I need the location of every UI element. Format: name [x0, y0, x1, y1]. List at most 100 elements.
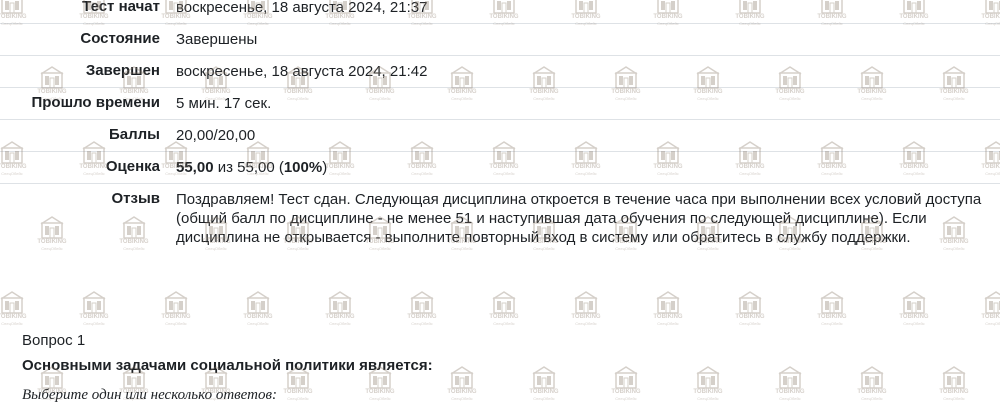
summary-row-started: Тест начат воскресенье, 18 августа 2024,… — [0, 0, 1000, 24]
watermark-sub: СпецОбейс — [533, 396, 555, 401]
summary-value: 55,00 из 55,00 (100%) — [168, 152, 1000, 184]
watermark-sub: СпецОбейс — [287, 396, 309, 401]
watermark-logo: TOBIKINGСпецОбейс — [646, 290, 690, 326]
grade-close: ) — [322, 159, 328, 176]
watermark-logo: TOBIKINGСпецОбейс — [974, 290, 1000, 326]
building-logo-icon — [440, 365, 484, 389]
building-logo-icon — [850, 365, 894, 389]
watermark-logo: TOBIKINGСпецОбейс — [440, 365, 484, 401]
watermark-sub: СпецОбейс — [1, 321, 23, 326]
building-logo-icon — [686, 365, 730, 389]
building-logo-icon — [564, 290, 608, 314]
building-logo-icon — [72, 290, 116, 314]
watermark-brand: TOBIKING — [243, 314, 273, 320]
watermark-logo: TOBIKINGСпецОбейс — [564, 290, 608, 326]
watermark-logo: TOBIKINGСпецОбейс — [318, 290, 362, 326]
watermark-logo: TOBIKINGСпецОбейс — [932, 365, 976, 401]
watermark-brand: TOBIKING — [489, 314, 519, 320]
watermark-sub: СпецОбейс — [903, 321, 925, 326]
grade-percent: 100% — [283, 159, 323, 176]
summary-label: Баллы — [109, 126, 160, 143]
question-text: Основными задачами социальной политики я… — [22, 357, 433, 374]
watermark-logo: TOBIKINGСпецОбейс — [892, 290, 936, 326]
watermark-brand: TOBIKING — [407, 314, 437, 320]
watermark-sub: СпецОбейс — [369, 396, 391, 401]
watermark-brand: TOBIKING — [735, 314, 765, 320]
watermark-brand: TOBIKING — [611, 389, 641, 395]
building-logo-icon — [810, 290, 854, 314]
watermark-logo: TOBIKINGСпецОбейс — [728, 290, 772, 326]
question-number: Вопрос 1 — [22, 332, 86, 349]
watermark-brand: TOBIKING — [447, 389, 477, 395]
watermark-sub: СпецОбейс — [83, 321, 105, 326]
watermark-sub: СпецОбейс — [615, 396, 637, 401]
feedback-text: Поздравляем! Тест сдан. Следующая дисцип… — [176, 191, 982, 246]
watermark-sub: СпецОбейс — [575, 321, 597, 326]
watermark-sub: СпецОбейс — [165, 321, 187, 326]
watermark-sub: СпецОбейс — [411, 321, 433, 326]
building-logo-icon — [482, 290, 526, 314]
summary-row-marks: Баллы 20,00/20,00 — [0, 120, 1000, 152]
summary-value: воскресенье, 18 августа 2024, 21:37 — [176, 0, 428, 16]
watermark-logo: TOBIKINGСпецОбейс — [236, 290, 280, 326]
watermark-brand: TOBIKING — [283, 389, 313, 395]
watermark-sub: СпецОбейс — [329, 321, 351, 326]
watermark-brand: TOBIKING — [939, 389, 969, 395]
watermark-brand: TOBIKING — [817, 314, 847, 320]
watermark-sub: СпецОбейс — [821, 321, 843, 326]
building-logo-icon — [892, 290, 936, 314]
summary-row-completed: Завершен воскресенье, 18 августа 2024, 2… — [0, 56, 1000, 88]
watermark-brand: TOBIKING — [899, 314, 929, 320]
building-logo-icon — [400, 290, 444, 314]
watermark-sub: СпецОбейс — [493, 321, 515, 326]
watermark-sub: СпецОбейс — [657, 321, 679, 326]
watermark-brand: TOBIKING — [981, 314, 1000, 320]
summary-label: Завершен — [85, 62, 160, 79]
watermark-sub: СпецОбейс — [985, 321, 1000, 326]
answer-prompt: Выберите один или несколько ответов: — [22, 387, 277, 403]
building-logo-icon — [646, 290, 690, 314]
watermark-logo: TOBIKINGСпецОбейс — [850, 365, 894, 401]
watermark-logo: TOBIKINGСпецОбейс — [72, 290, 116, 326]
attempt-summary-table: Тест начат воскресенье, 18 августа 2024,… — [0, 0, 1000, 253]
building-logo-icon — [154, 290, 198, 314]
watermark-logo: TOBIKINGСпецОбейс — [686, 365, 730, 401]
grade-score: 55,00 — [176, 159, 214, 176]
watermark-brand: TOBIKING — [693, 389, 723, 395]
watermark-sub: СпецОбейс — [247, 321, 269, 326]
building-logo-icon — [974, 290, 1000, 314]
watermark-sub: СпецОбейс — [779, 396, 801, 401]
watermark-brand: TOBIKING — [79, 314, 109, 320]
building-logo-icon — [728, 290, 772, 314]
summary-row-grade: Оценка 55,00 из 55,00 (100%) — [0, 152, 1000, 184]
summary-label: Состояние — [80, 30, 160, 47]
watermark-brand: TOBIKING — [857, 389, 887, 395]
watermark-brand: TOBIKING — [325, 314, 355, 320]
watermark-sub: СпецОбейс — [697, 396, 719, 401]
watermark-brand: TOBIKING — [775, 389, 805, 395]
watermark-sub: СпецОбейс — [739, 321, 761, 326]
grade-out-of: из 55,00 ( — [213, 159, 284, 176]
watermark-logo: TOBIKINGСпецОбейс — [482, 290, 526, 326]
building-logo-icon — [236, 290, 280, 314]
summary-value: воскресенье, 18 августа 2024, 21:42 — [176, 63, 428, 80]
summary-row-time-taken: Прошло времени 5 мин. 17 сек. — [0, 88, 1000, 120]
building-logo-icon — [604, 365, 648, 389]
watermark-brand: TOBIKING — [653, 314, 683, 320]
building-logo-icon — [932, 365, 976, 389]
summary-value: Завершены — [176, 31, 258, 48]
watermark-logo: TOBIKINGСпецОбейс — [768, 365, 812, 401]
building-logo-icon — [768, 365, 812, 389]
watermark-logo: TOBIKINGСпецОбейс — [810, 290, 854, 326]
summary-row-feedback: Отзыв Поздравляем! Тест сдан. Следующая … — [0, 184, 1000, 254]
summary-label: Тест начат — [82, 0, 160, 15]
watermark-logo: TOBIKINGСпецОбейс — [0, 290, 34, 326]
summary-label: Оценка — [105, 158, 160, 175]
watermark-logo: TOBIKINGСпецОбейс — [522, 365, 566, 401]
watermark-brand: TOBIKING — [529, 389, 559, 395]
watermark-brand: TOBIKING — [161, 314, 191, 320]
summary-row-state: Состояние Завершены — [0, 24, 1000, 56]
building-logo-icon — [522, 365, 566, 389]
watermark-logo: TOBIKINGСпецОбейс — [604, 365, 648, 401]
building-logo-icon — [0, 290, 34, 314]
